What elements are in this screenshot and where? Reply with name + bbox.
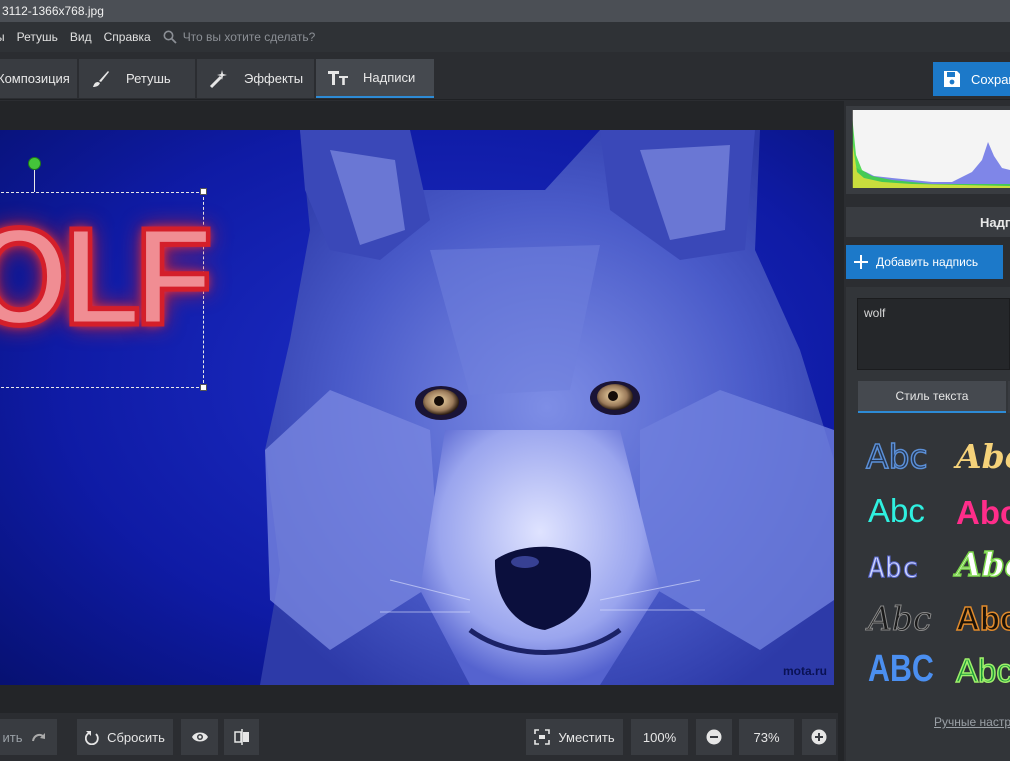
- fit-button[interactable]: Уместить: [526, 719, 623, 755]
- style-preset-4[interactable]: Abc: [956, 496, 1010, 529]
- add-caption-label: Добавить надпись: [876, 255, 979, 269]
- resize-handle-br[interactable]: [200, 384, 207, 391]
- undo-label: ить: [2, 729, 23, 745]
- redo-arrow-icon: [31, 733, 45, 742]
- menu-item-view[interactable]: Вид: [70, 30, 98, 44]
- plus-circle-icon: [811, 729, 827, 745]
- add-caption-button[interactable]: Добавить надпись: [846, 245, 1003, 279]
- compare-icon: [233, 729, 249, 745]
- zoom-out-button[interactable]: [696, 719, 732, 755]
- style-preset-10[interactable]: Abc: [955, 653, 1010, 688]
- caption-text[interactable]: OLF: [0, 206, 215, 349]
- menu-item-help[interactable]: Справка: [104, 30, 157, 44]
- tab-composition[interactable]: Композиция: [0, 59, 77, 98]
- tab-captions[interactable]: Надписи: [316, 59, 434, 98]
- reset-button[interactable]: Сбросить: [77, 719, 173, 755]
- tab-retouch[interactable]: Ретушь: [79, 59, 195, 98]
- histogram-plot: [852, 110, 1010, 188]
- brush-icon: [90, 68, 112, 90]
- fit-label: Уместить: [558, 729, 615, 745]
- style-preset-1[interactable]: Abc: [865, 439, 928, 474]
- rotate-stem: [34, 170, 35, 192]
- zoom-value-label: 73%: [753, 729, 780, 745]
- zoom-value: 73%: [739, 719, 794, 755]
- preview-button[interactable]: [181, 719, 218, 755]
- plus-icon: [854, 255, 868, 269]
- tab-label: Ретушь: [126, 71, 171, 86]
- save-button[interactable]: Сохран: [933, 62, 1010, 96]
- style-preset-9[interactable]: ABC: [868, 650, 934, 688]
- zoom-in-button[interactable]: [802, 719, 836, 755]
- save-label: Сохран: [971, 71, 1010, 87]
- fit-screen-icon: [534, 729, 551, 745]
- tool-tabs: Композиция Ретушь Эффекты Надписи: [0, 52, 1010, 100]
- reset-label: Сбросить: [107, 729, 165, 745]
- eye-icon: [191, 732, 208, 742]
- style-preset-7[interactable]: Abc: [867, 602, 931, 636]
- tab-effects[interactable]: Эффекты: [197, 59, 314, 98]
- text-icon: [327, 67, 349, 89]
- compare-button[interactable]: [224, 719, 259, 755]
- floppy-disk-icon: [944, 71, 960, 87]
- tab-label: Эффекты: [244, 71, 304, 86]
- text-style-presets: Abc Abc Abc Abc Abc Abc Abc Abc ABC Abc: [846, 420, 1010, 710]
- bottom-toolbar: ить Сбросить Уместить 100% 73%: [0, 713, 838, 761]
- magic-wand-icon: [208, 68, 230, 90]
- zoom-100-button[interactable]: 100%: [631, 719, 688, 755]
- reset-icon: [85, 730, 99, 745]
- tab-text-style[interactable]: Стиль текста: [858, 381, 1006, 413]
- undo-button[interactable]: ить: [0, 719, 57, 755]
- style-preset-6[interactable]: Abc: [955, 547, 1010, 582]
- tab-label: Надписи: [363, 70, 416, 85]
- zoom-100-label: 100%: [642, 729, 677, 745]
- rotate-handle[interactable]: [28, 157, 41, 170]
- style-preset-2[interactable]: Abc: [956, 440, 1010, 473]
- watermark: mota.ru: [783, 664, 828, 678]
- menu-item-partial[interactable]: ы: [0, 30, 11, 44]
- search-icon: [163, 30, 177, 44]
- title-bar: 3112-1366x768.jpg: [0, 0, 1010, 22]
- style-preset-5[interactable]: Abc: [868, 553, 920, 582]
- resize-handle-tr[interactable]: [200, 188, 207, 195]
- panel-title: Надп: [846, 207, 1010, 237]
- menu-bar: ы Ретушь Вид Справка Что вы хотите сдела…: [0, 22, 1010, 52]
- menu-item-retouch[interactable]: Ретушь: [17, 30, 64, 44]
- style-preset-8[interactable]: Abc: [955, 601, 1010, 636]
- caption-text-input[interactable]: wolf: [857, 298, 1010, 370]
- window-title: 3112-1366x768.jpg: [2, 4, 104, 18]
- search-input[interactable]: Что вы хотите сделать?: [183, 30, 316, 44]
- menu-search[interactable]: Что вы хотите сделать?: [163, 30, 316, 44]
- histogram: [846, 106, 1010, 194]
- style-preset-3[interactable]: Abc: [868, 494, 925, 527]
- tab-label: Композиция: [0, 71, 70, 86]
- manual-settings-link[interactable]: Ручные настр: [934, 715, 1010, 729]
- minus-circle-icon: [706, 729, 722, 745]
